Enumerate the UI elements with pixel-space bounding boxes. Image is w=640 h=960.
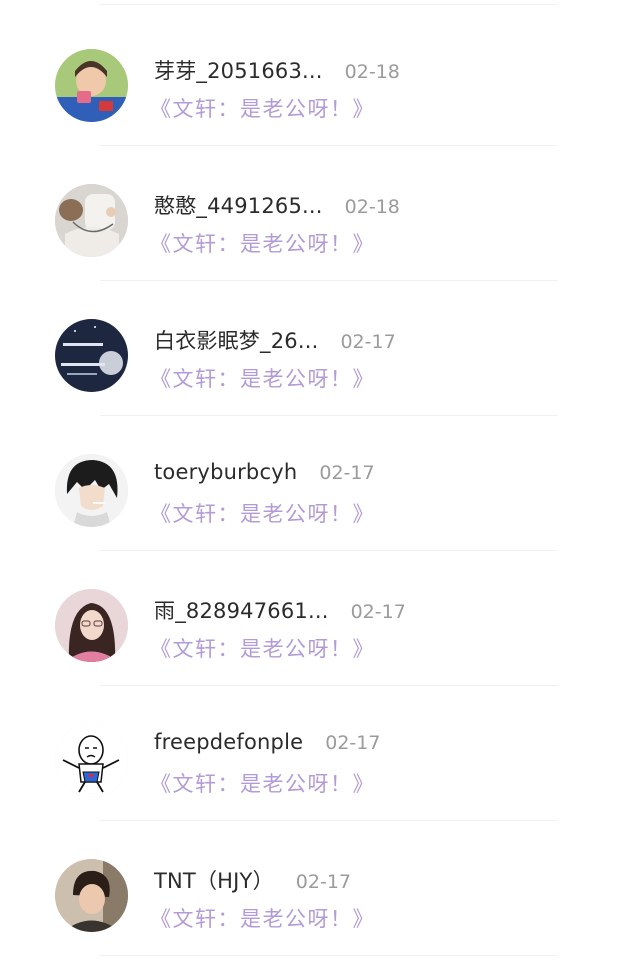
list-item[interactable]: 白衣影眠梦_26... 02-17 《文轩：是老公呀！》 — [0, 285, 640, 420]
username[interactable]: toeryburbcyh — [154, 460, 297, 484]
username[interactable]: 白衣影眠梦_26... — [154, 325, 318, 355]
avatar[interactable] — [55, 49, 128, 122]
username[interactable]: 雨_828947661... — [154, 595, 329, 625]
avatar[interactable] — [55, 319, 128, 392]
comment-text[interactable]: 《文轩：是老公呀！》 — [150, 93, 375, 123]
comment-text[interactable]: 《文轩：是老公呀！》 — [150, 903, 375, 933]
comment-text[interactable]: 《文轩：是老公呀！》 — [150, 498, 375, 528]
username[interactable]: freepdefonple — [154, 730, 303, 754]
timestamp: 02-17 — [350, 601, 406, 623]
comment-text[interactable]: 《文轩：是老公呀！》 — [150, 768, 375, 798]
avatar[interactable] — [55, 724, 128, 797]
avatar[interactable] — [55, 589, 128, 662]
list-item[interactable]: 憨憨_4491265... 02-18 《文轩：是老公呀！》 — [0, 150, 640, 285]
list-item[interactable]: freepdefonple 02-17 《文轩：是老公呀！》 — [0, 690, 640, 825]
timestamp: 02-17 — [340, 331, 396, 353]
list-item[interactable]: 芽芽_2051663... 02-18 《文轩：是老公呀！》 — [0, 15, 640, 150]
list-item[interactable]: 雨_828947661... 02-17 《文轩：是老公呀！》 — [0, 555, 640, 690]
avatar[interactable] — [55, 184, 128, 257]
username[interactable]: 芽芽_2051663... — [154, 55, 323, 85]
avatar[interactable] — [55, 859, 128, 932]
username[interactable]: 憨憨_4491265... — [154, 190, 323, 220]
avatar[interactable] — [55, 454, 128, 527]
comment-text[interactable]: 《文轩：是老公呀！》 — [150, 228, 375, 258]
comment-list: 芽芽_2051663... 02-18 《文轩：是老公呀！》 憨憨_449126… — [0, 15, 640, 960]
timestamp: 02-17 — [319, 462, 375, 484]
list-item[interactable]: toeryburbcyh 02-17 《文轩：是老公呀！》 — [0, 420, 640, 555]
timestamp: 02-17 — [325, 732, 381, 754]
timestamp: 02-18 — [344, 61, 400, 83]
top-divider — [100, 4, 558, 5]
list-item[interactable]: TNT（HJY） 02-17 《文轩：是老公呀！》 — [0, 825, 640, 960]
username[interactable]: TNT（HJY） — [154, 865, 274, 895]
timestamp: 02-17 — [295, 871, 351, 893]
timestamp: 02-18 — [344, 196, 400, 218]
comment-text[interactable]: 《文轩：是老公呀！》 — [150, 633, 375, 663]
comment-text[interactable]: 《文轩：是老公呀！》 — [150, 363, 375, 393]
